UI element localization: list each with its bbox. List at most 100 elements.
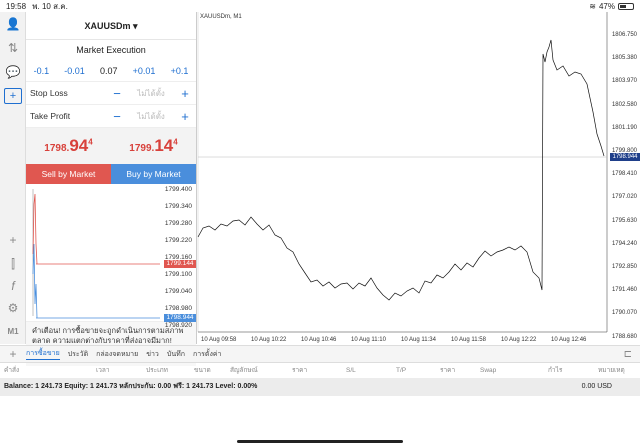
terminal-tabs: + การซื้อขาย ประวัติ กล่องจดหมาย ข่าว บั… <box>0 345 640 363</box>
tab-settings[interactable]: การตั้งค่า <box>193 349 222 360</box>
crosshair-icon[interactable]: + <box>4 232 22 248</box>
app-window: 19:58 พ. 10 ส.ค. ≋ 47% 👤 ⇅ 💬 + + ⫿ f ⚙ M… <box>0 0 640 447</box>
stop-loss-input[interactable]: ไม่ได้ตั้ง <box>124 87 178 100</box>
take-profit-input[interactable]: ไม่ได้ตั้ง <box>124 110 178 123</box>
step-plus-01[interactable]: +0.1 <box>171 66 189 76</box>
tick-axis-label: 1799.400 <box>164 186 192 193</box>
account-icon[interactable]: 👤 <box>4 16 22 32</box>
col-time: เวลา <box>96 367 110 374</box>
x-axis-label: 10 Aug 12:22 <box>501 337 537 343</box>
volume-value[interactable]: 0.07 <box>100 66 118 76</box>
wifi-icon: ≋ <box>589 1 596 11</box>
y-axis-label: 1803.970 <box>611 78 637 85</box>
y-axis-label: 1795.630 <box>611 217 637 224</box>
price-chart[interactable]: XAUUSDm, M1 1806.750 1805.380 1803.970 1802… <box>197 12 640 344</box>
indicator-icon[interactable]: f <box>4 278 22 294</box>
home-indicator[interactable] <box>237 440 403 443</box>
stop-loss-plus[interactable]: + <box>178 86 192 101</box>
tick-axis-label: 1799.040 <box>164 288 192 295</box>
col-profit: กำไร <box>548 367 563 374</box>
buy-button[interactable]: Buy by Market <box>111 164 196 184</box>
x-axis-label: 10 Aug 11:34 <box>401 337 436 343</box>
sell-button[interactable]: Sell by Market <box>26 164 111 184</box>
x-axis-label: 10 Aug 10:46 <box>301 337 337 343</box>
tick-axis-label: 1799.280 <box>164 220 192 227</box>
stop-loss-row: Stop Loss − ไม่ได้ตั้ง + <box>26 82 196 105</box>
col-size: ขนาด <box>194 367 211 374</box>
x-axis-label: 10 Aug 11:58 <box>451 337 486 343</box>
add-icon[interactable]: + <box>0 347 26 361</box>
tab-mailbox[interactable]: กล่องจดหมาย <box>96 349 138 360</box>
y-axis-label: 1805.380 <box>611 55 637 62</box>
tick-axis-label: 1799.340 <box>164 203 192 210</box>
take-profit-label: Take Profit <box>30 111 71 121</box>
chat-icon[interactable]: 💬 <box>4 64 22 80</box>
symbol-selector[interactable]: XAUUSDm ▾ <box>26 12 196 40</box>
col-sl: S/L <box>346 366 356 374</box>
x-axis-label: 10 Aug 11:10 <box>351 337 386 343</box>
col-price: ราคา <box>292 367 308 374</box>
y-axis-label: 1797.020 <box>611 194 637 201</box>
take-profit-row: Take Profit − ไม่ได้ตั้ง + <box>26 105 196 128</box>
trade-icon[interactable]: ⇅ <box>4 40 22 56</box>
current-price-tag: 1798.944 <box>610 153 640 161</box>
x-axis-label: 10 Aug 12:46 <box>551 337 587 343</box>
status-date: พ. 10 ส.ค. <box>32 1 68 11</box>
take-profit-plus[interactable]: + <box>178 109 192 124</box>
col-tp: T/P <box>396 366 407 374</box>
col-symbol: สัญลักษณ์ <box>230 367 258 374</box>
battery-percent: 47% <box>598 1 615 11</box>
tab-history[interactable]: ประวัติ <box>68 349 88 360</box>
x-axis-label: 10 Aug 10:22 <box>251 337 287 343</box>
chart-lines <box>197 12 608 333</box>
tick-chart: 1799.400 1799.340 1799.280 1799.220 1799.160… <box>26 184 196 329</box>
tab-journal[interactable]: บันทึก <box>167 349 185 360</box>
col-price-current: ราคา <box>440 367 456 374</box>
y-axis-label: 1806.750 <box>611 32 637 38</box>
order-panel: XAUUSDm ▾ Market Execution -0.1 -0.01 0.… <box>26 12 197 366</box>
balance-profit: 0.00 USD <box>581 383 612 390</box>
balance-bar: Balance: 1 241.73 Equity: 1 241.73 หลักป… <box>0 378 640 396</box>
y-axis-label: 1790.070 <box>611 310 637 317</box>
ask-price-tag: 1799.144 <box>164 260 196 268</box>
col-swap: Swap <box>480 366 497 374</box>
col-order: คำสั่ง <box>4 367 20 374</box>
balance-text: Balance: 1 241.73 Equity: 1 241.73 หลักป… <box>4 383 258 390</box>
stop-loss-label: Stop Loss <box>30 88 68 98</box>
bid-price-tag: 1798.944 <box>164 314 196 322</box>
order-buttons: Sell by Market Buy by Market <box>26 164 196 184</box>
buy-price: 1799.144 <box>129 136 178 155</box>
status-bar: 19:58 พ. 10 ส.ค. ≋ 47% <box>0 0 640 12</box>
tick-axis-label: 1798.980 <box>164 305 192 312</box>
stop-loss-minus[interactable]: − <box>110 86 124 101</box>
objects-icon[interactable]: ⚙ <box>4 300 22 316</box>
y-axis-label: 1791.460 <box>611 287 637 294</box>
col-type: ประเภท <box>146 367 168 374</box>
tick-axis-label: 1799.220 <box>164 237 192 244</box>
status-time: 19:58 <box>6 1 27 11</box>
take-profit-minus[interactable]: − <box>110 109 124 124</box>
quote-prices: 1798.944 1799.144 <box>26 128 196 164</box>
tab-news[interactable]: ข่าว <box>146 349 159 360</box>
sell-price: 1798.944 <box>44 136 93 155</box>
x-axis-label: 10 Aug 09:58 <box>201 337 237 343</box>
y-axis-label: 1792.850 <box>611 264 637 270</box>
candles-icon[interactable]: ⫿ <box>4 256 22 272</box>
y-axis-label: 1801.190 <box>611 124 637 131</box>
col-comment: หมายเหตุ <box>598 367 625 374</box>
tab-trade[interactable]: การซื้อขาย <box>26 348 60 360</box>
layout-icon[interactable]: ⊏ <box>624 349 632 360</box>
new-order-icon[interactable]: + <box>4 88 22 104</box>
y-axis-label: 1802.580 <box>611 101 637 108</box>
execution-type[interactable]: Market Execution <box>26 40 196 60</box>
y-axis-label: 1798.410 <box>611 171 637 178</box>
step-minus-001[interactable]: -0.01 <box>64 66 85 76</box>
timeframe-button[interactable]: M1 <box>4 324 22 340</box>
tool-rail: 👤 ⇅ 💬 + + ⫿ f ⚙ M1 <box>0 12 26 344</box>
tick-axis-label: 1798.920 <box>164 322 192 329</box>
y-axis-label: 1788.680 <box>611 333 637 340</box>
tick-axis-label: 1799.100 <box>164 271 192 278</box>
volume-stepper: -0.1 -0.01 0.07 +0.01 +0.1 <box>26 60 196 82</box>
step-minus-01[interactable]: -0.1 <box>34 66 50 76</box>
step-plus-001[interactable]: +0.01 <box>133 66 156 76</box>
